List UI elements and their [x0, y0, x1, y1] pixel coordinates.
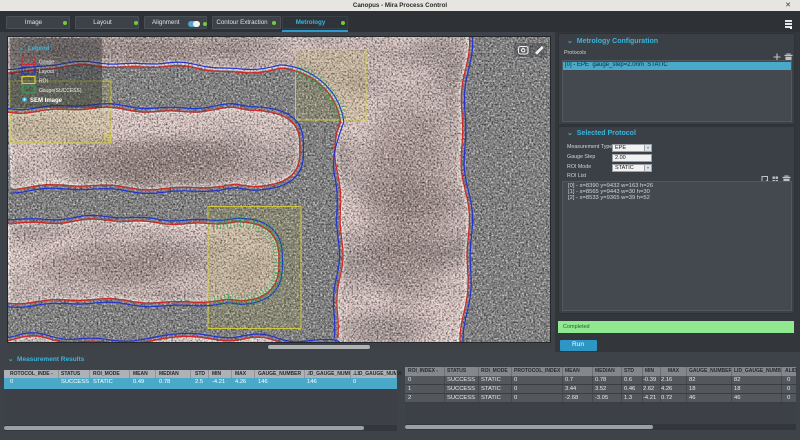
- svg-text:Layout: Layout: [39, 69, 55, 75]
- svg-text:Gauge: Gauge: [39, 60, 54, 66]
- svg-text:Legend: Legend: [28, 46, 50, 52]
- svg-text:⌄: ⌄: [19, 46, 24, 52]
- svg-text:ROI: ROI: [39, 79, 48, 85]
- svg-text:SEM Image: SEM Image: [30, 98, 63, 104]
- svg-text:Gauge(SUCCESS): Gauge(SUCCESS): [39, 88, 82, 94]
